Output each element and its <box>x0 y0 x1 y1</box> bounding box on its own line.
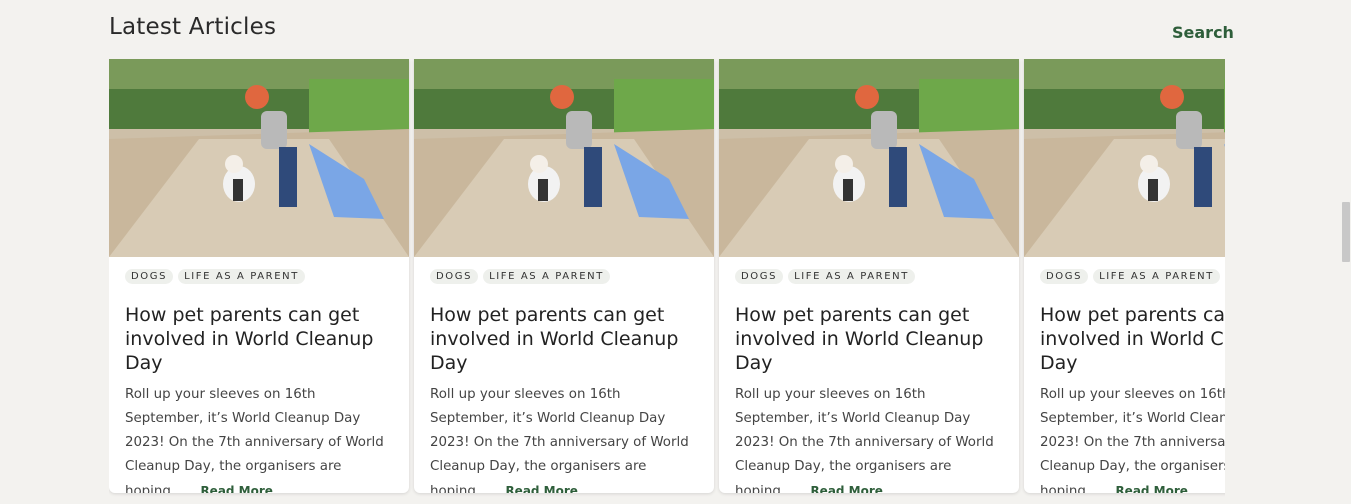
tag-life-as-a-parent[interactable]: LIFE AS A PARENT <box>483 269 610 284</box>
excerpt-text: Roll up your sleeves on 16th September, … <box>430 387 689 493</box>
excerpt-text: Roll up your sleeves on 16th September, … <box>735 387 994 493</box>
tag-life-as-a-parent[interactable]: LIFE AS A PARENT <box>1093 269 1220 284</box>
tag-life-as-a-parent[interactable]: LIFE AS A PARENT <box>178 269 305 284</box>
read-more-link[interactable]: Read More <box>200 484 273 493</box>
article-title[interactable]: How pet parents can get involved in Worl… <box>430 303 700 375</box>
article-card[interactable]: DOGS LIFE AS A PARENT How pet parents ca… <box>414 59 714 493</box>
article-thumbnail-image[interactable] <box>1024 59 1225 257</box>
article-thumbnail-image[interactable] <box>414 59 714 257</box>
article-excerpt: Roll up your sleeves on 16th September, … <box>430 383 702 493</box>
read-more-link[interactable]: Read More <box>505 484 578 493</box>
tag-list: DOGS LIFE AS A PARENT <box>430 269 610 284</box>
tag-list: DOGS LIFE AS A PARENT <box>735 269 915 284</box>
read-more-link[interactable]: Read More <box>810 484 883 493</box>
excerpt-text: Roll up your sleeves on 16th September, … <box>125 387 384 493</box>
article-excerpt: Roll up your sleeves on 16th September, … <box>125 383 397 493</box>
tag-dogs[interactable]: DOGS <box>735 269 784 284</box>
article-excerpt: Roll up your sleeves on 16th September, … <box>735 383 1007 493</box>
article-excerpt: Roll up your sleeves on 16th September, … <box>1040 383 1225 493</box>
articles-carousel: DOGS LIFE AS A PARENT How pet parents ca… <box>109 59 1225 499</box>
page-scrollbar-thumb[interactable] <box>1342 202 1350 262</box>
tag-life-as-a-parent[interactable]: LIFE AS A PARENT <box>788 269 915 284</box>
article-card[interactable]: DOGS LIFE AS A PARENT How pet parents ca… <box>1024 59 1225 493</box>
tag-dogs[interactable]: DOGS <box>125 269 174 284</box>
search-link[interactable]: Search <box>1172 23 1234 42</box>
tag-dogs[interactable]: DOGS <box>430 269 479 284</box>
article-thumbnail-image[interactable] <box>109 59 409 257</box>
article-title[interactable]: How pet parents can get involved in Worl… <box>125 303 395 375</box>
excerpt-text: Roll up your sleeves on 16th September, … <box>1040 387 1225 493</box>
article-title[interactable]: How pet parents can get involved in Worl… <box>1040 303 1225 375</box>
section-title: Latest Articles <box>109 14 277 40</box>
article-card[interactable]: DOGS LIFE AS A PARENT How pet parents ca… <box>109 59 409 493</box>
tag-list: DOGS LIFE AS A PARENT <box>1040 269 1220 284</box>
tag-list: DOGS LIFE AS A PARENT <box>125 269 305 284</box>
article-thumbnail-image[interactable] <box>719 59 1019 257</box>
tag-dogs[interactable]: DOGS <box>1040 269 1089 284</box>
read-more-link[interactable]: Read More <box>1115 484 1188 493</box>
article-card[interactable]: DOGS LIFE AS A PARENT How pet parents ca… <box>719 59 1019 493</box>
article-title[interactable]: How pet parents can get involved in Worl… <box>735 303 1005 375</box>
